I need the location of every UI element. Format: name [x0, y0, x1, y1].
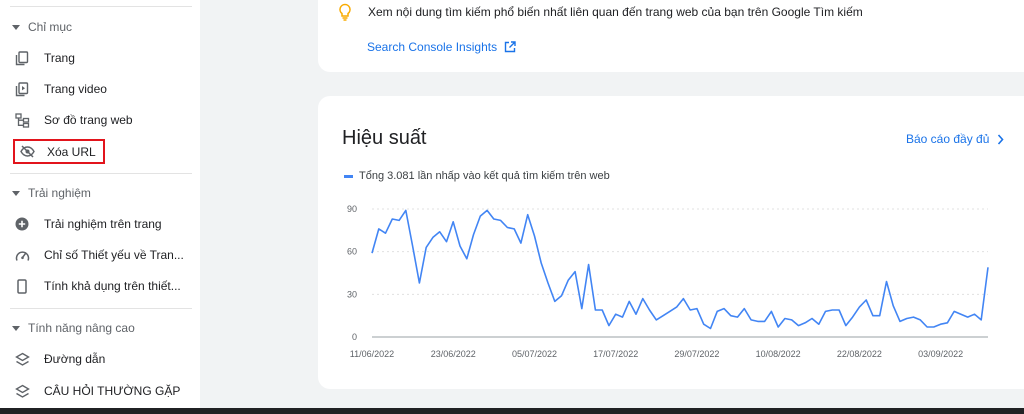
sidebar-divider — [10, 6, 192, 7]
faq-icon — [14, 383, 30, 399]
sidebar-item-core-web-vitals[interactable]: Chỉ số Thiết yếu về Tran... — [14, 243, 194, 267]
x-tick-label: 05/07/2022 — [512, 349, 557, 359]
sidebar-item-label: Xóa URL — [47, 144, 96, 159]
x-tick-label: 17/07/2022 — [593, 349, 638, 359]
y-tick-label: 30 — [347, 289, 357, 299]
caret-down-icon — [12, 24, 20, 30]
caret-down-icon — [12, 190, 20, 196]
sidebar-item-label: Chỉ số Thiết yếu về Tran... — [44, 248, 184, 262]
performance-chart: 0 30 60 90 11/06/2022 23/06/2022 05/07/2022 17/… — [347, 204, 989, 359]
removals-icon — [19, 144, 35, 160]
insights-text: Xem nội dung tìm kiếm phổ biến nhất liên… — [368, 5, 863, 19]
sidebar-divider — [10, 308, 192, 309]
full-report-link[interactable]: Báo cáo đầy đủ — [906, 132, 1004, 146]
sidebar-item-label: Tính khả dụng trên thiết... — [44, 279, 181, 293]
core-web-vitals-icon — [14, 247, 30, 263]
page-experience-icon — [14, 216, 30, 232]
sidebar-item-label: Đường dẫn — [44, 352, 106, 366]
section-header-experience[interactable]: Trải nghiệm — [12, 183, 91, 203]
series-line[interactable] — [371, 209, 989, 330]
link-label: Báo cáo đầy đủ — [906, 132, 990, 146]
section-label: Trải nghiệm — [28, 186, 91, 200]
y-tick-label: 0 — [352, 332, 357, 342]
sidebar: Chỉ mục Trang Trang video Sơ đồ trang we… — [0, 0, 200, 414]
section-label: Tính năng nâng cao — [28, 321, 135, 335]
sidebar-item-video-pages[interactable]: Trang video — [14, 77, 194, 101]
y-tick-label: 90 — [347, 204, 357, 214]
sidebar-item-removals[interactable]: Xóa URL — [13, 139, 105, 164]
x-tick-label: 23/06/2022 — [431, 349, 476, 359]
section-header-index[interactable]: Chỉ mục — [12, 17, 72, 37]
sidebar-item-pages[interactable]: Trang — [14, 46, 194, 70]
mobile-usability-icon — [14, 278, 30, 294]
sitemap-icon — [14, 112, 30, 128]
x-tick-label: 10/08/2022 — [756, 349, 801, 359]
sidebar-item-label: Trang — [44, 51, 75, 65]
sidebar-item-label: Sơ đồ trang web — [44, 113, 133, 127]
caret-down-icon — [12, 325, 20, 331]
sidebar-item-sitemap[interactable]: Sơ đồ trang web — [14, 108, 194, 132]
sidebar-item-breadcrumbs[interactable]: Đường dẫn — [14, 347, 194, 371]
legend-swatch — [344, 174, 353, 178]
x-tick-label: 22/08/2022 — [837, 349, 882, 359]
lightbulb-icon — [338, 3, 352, 26]
performance-title: Hiệu suất — [342, 127, 427, 149]
x-tick-label: 11/06/2022 — [350, 349, 394, 359]
chevron-right-icon — [998, 133, 1004, 145]
breadcrumbs-icon — [14, 351, 30, 367]
sidebar-divider — [10, 173, 192, 174]
section-label: Chỉ mục — [28, 20, 73, 34]
x-tick-label: 29/07/2022 — [674, 349, 719, 359]
chart-legend[interactable]: Tổng 3.081 lần nhấp vào kết quả tìm kiếm… — [344, 170, 610, 182]
sidebar-item-page-experience[interactable]: Trải nghiệm trên trang — [14, 212, 194, 236]
legend-label: Tổng 3.081 lần nhấp vào kết quả tìm kiếm… — [359, 170, 610, 182]
sidebar-item-faq[interactable]: CÂU HỎI THƯỜNG GẶP — [14, 379, 194, 403]
bottom-bar — [0, 408, 1024, 414]
search-console-insights-link[interactable]: Search Console Insights — [367, 40, 516, 54]
sidebar-item-label: Trải nghiệm trên trang — [44, 217, 162, 231]
link-label: Search Console Insights — [367, 40, 498, 54]
external-link-icon — [504, 41, 516, 53]
sidebar-item-mobile-usability[interactable]: Tính khả dụng trên thiết... — [14, 274, 194, 298]
sidebar-item-label: CÂU HỎI THƯỜNG GẶP — [44, 384, 181, 398]
x-tick-label: 03/09/2022 — [918, 349, 963, 359]
pages-icon — [14, 50, 30, 66]
y-tick-label: 60 — [347, 247, 357, 257]
video-pages-icon — [14, 81, 30, 97]
sidebar-item-label: Trang video — [44, 82, 107, 96]
section-header-enhancements[interactable]: Tính năng nâng cao — [12, 318, 135, 338]
